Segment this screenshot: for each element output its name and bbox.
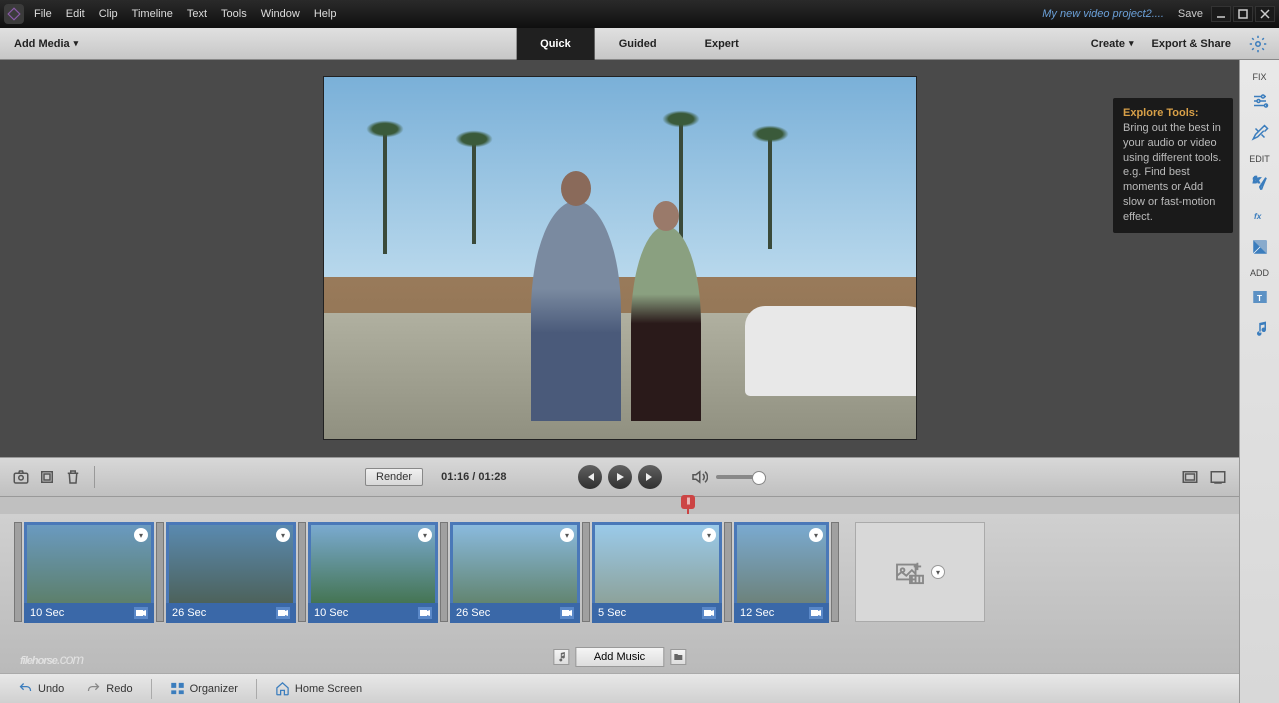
play-button[interactable] — [608, 465, 632, 489]
menu-window[interactable]: Window — [261, 8, 300, 20]
clip-duration: 5 Sec — [598, 607, 626, 619]
transition-handle[interactable] — [582, 522, 590, 622]
transition-handle[interactable] — [831, 522, 839, 622]
app-logo — [4, 4, 24, 24]
tooltip-body: Bring out the best in your audio or vide… — [1123, 122, 1221, 223]
add-media-icon — [895, 559, 925, 585]
create-button[interactable]: Create — [1091, 38, 1134, 50]
project-name: My new video project2.... — [1042, 8, 1164, 20]
tab-quick[interactable]: Quick — [516, 28, 595, 60]
add-clip-menu-icon[interactable] — [931, 565, 945, 579]
window-controls — [1211, 6, 1275, 22]
undo-button[interactable]: Undo — [10, 678, 72, 699]
adjust-icon[interactable] — [1245, 86, 1275, 116]
playhead[interactable]: ||| — [681, 495, 695, 509]
titles-icon[interactable]: T — [1245, 282, 1275, 312]
menu-edit[interactable]: Edit — [66, 8, 85, 20]
add-music-button[interactable]: Add Music — [575, 647, 664, 667]
home-screen-button[interactable]: Home Screen — [267, 678, 370, 699]
video-preview[interactable] — [323, 76, 917, 440]
transport-controls — [578, 465, 662, 489]
clip-1[interactable]: 10 Sec — [24, 522, 154, 622]
render-button[interactable]: Render — [365, 468, 423, 486]
menu-timeline[interactable]: Timeline — [132, 8, 173, 20]
next-button[interactable] — [638, 465, 662, 489]
redo-button[interactable]: Redo — [78, 678, 140, 699]
save-button[interactable]: Save — [1178, 8, 1203, 20]
fullscreen-icon[interactable] — [1209, 468, 1227, 486]
crop-icon[interactable] — [38, 468, 56, 486]
side-panel: FIX EDIT fx fx ADD T — [1239, 60, 1279, 703]
side-label-add: ADD — [1250, 268, 1269, 278]
clip-duration: 26 Sec — [172, 607, 206, 619]
organizer-button[interactable]: Organizer — [162, 678, 246, 699]
toolbar: Add Media Quick Guided Expert Create Exp… — [0, 28, 1279, 60]
tab-expert[interactable]: Expert — [681, 28, 763, 60]
svg-text:fx: fx — [1254, 212, 1262, 221]
safe-margins-icon[interactable] — [1181, 468, 1199, 486]
transition-handle[interactable] — [724, 522, 732, 622]
mode-tabs: Quick Guided Expert — [516, 28, 763, 60]
side-label-fix: FIX — [1252, 72, 1266, 82]
tooltip-title: Explore Tools: — [1123, 107, 1199, 119]
controls-bar: Render 01:16 / 01:28 — [0, 457, 1239, 497]
clip-duration: 10 Sec — [30, 607, 64, 619]
prev-button[interactable] — [578, 465, 602, 489]
fx-icon[interactable]: fx — [1245, 200, 1275, 230]
playhead-track[interactable]: ||| — [0, 497, 1239, 515]
volume-icon[interactable] — [690, 468, 708, 486]
menu-bar: File Edit Clip Timeline Text Tools Windo… — [34, 8, 336, 20]
music-note-icon[interactable] — [553, 649, 569, 665]
add-clip-placeholder[interactable] — [855, 522, 985, 622]
add-media-button[interactable]: Add Media — [0, 38, 92, 50]
menu-clip[interactable]: Clip — [99, 8, 118, 20]
menu-text[interactable]: Text — [187, 8, 207, 20]
bottom-bar: Undo Redo Organizer Home Screen — [0, 673, 1239, 703]
settings-icon[interactable] — [1249, 35, 1267, 53]
close-button[interactable] — [1255, 6, 1275, 22]
snapshot-icon[interactable] — [12, 468, 30, 486]
volume-slider[interactable] — [716, 475, 766, 479]
clip-duration: 10 Sec — [314, 607, 348, 619]
clip-5[interactable]: 5 Sec — [592, 522, 722, 622]
export-share-button[interactable]: Export & Share — [1152, 38, 1231, 50]
clip-4[interactable]: 26 Sec — [450, 522, 580, 622]
tools-icon[interactable] — [1245, 118, 1275, 148]
timeline: 10 Sec 26 Sec 10 Sec 26 Sec 5 Sec 12 Sec… — [0, 514, 1239, 673]
browse-folder-icon[interactable] — [670, 649, 686, 665]
transition-handle[interactable] — [14, 522, 22, 622]
preview-pane — [0, 60, 1239, 457]
clip-6[interactable]: 12 Sec — [734, 522, 829, 622]
transition-handle[interactable] — [298, 522, 306, 622]
clip-duration: 26 Sec — [456, 607, 490, 619]
timecode: 01:16 / 01:28 — [441, 471, 506, 483]
titlebar: File Edit Clip Timeline Text Tools Windo… — [0, 0, 1279, 28]
tooltip: Explore Tools: Bring out the best in you… — [1113, 98, 1233, 233]
menu-tools[interactable]: Tools — [221, 8, 247, 20]
color-icon[interactable] — [1245, 232, 1275, 262]
clip-duration: 12 Sec — [740, 607, 774, 619]
effects-brush-icon[interactable]: fx — [1245, 168, 1275, 198]
svg-text:T: T — [1257, 294, 1262, 303]
side-label-edit: EDIT — [1249, 154, 1270, 164]
clip-3[interactable]: 10 Sec — [308, 522, 438, 622]
delete-icon[interactable] — [64, 468, 82, 486]
watermark: filehorse.com — [20, 639, 83, 671]
menu-help[interactable]: Help — [314, 8, 337, 20]
menu-file[interactable]: File — [34, 8, 52, 20]
minimize-button[interactable] — [1211, 6, 1231, 22]
transition-handle[interactable] — [156, 522, 164, 622]
svg-text:fx: fx — [1253, 175, 1260, 184]
music-icon[interactable] — [1245, 314, 1275, 344]
maximize-button[interactable] — [1233, 6, 1253, 22]
tab-guided[interactable]: Guided — [595, 28, 681, 60]
transition-handle[interactable] — [440, 522, 448, 622]
clip-2[interactable]: 26 Sec — [166, 522, 296, 622]
